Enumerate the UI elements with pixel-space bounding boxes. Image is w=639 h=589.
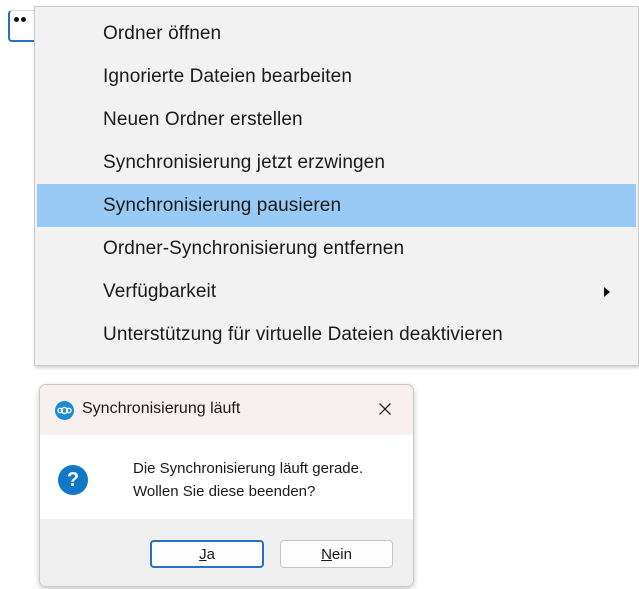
menu-item-remove-folder-sync[interactable]: Ordner-Synchronisierung entfernen <box>37 227 636 270</box>
yes-mnemonic: J <box>199 545 207 563</box>
message-line-1: Die Synchronisierung läuft gerade. <box>133 460 364 477</box>
menu-item-label: Ordner öffnen <box>103 22 222 44</box>
menu-item-label: Synchronisierung pausieren <box>103 194 342 216</box>
menu-item-pause-sync[interactable]: Synchronisierung pausieren <box>37 184 636 227</box>
dialog-message: Die Synchronisierung läuft gerade. Wolle… <box>133 457 363 503</box>
more-options-button[interactable] <box>8 10 36 42</box>
no-button[interactable]: Nein <box>280 540 393 568</box>
no-label-rest: ein <box>331 545 352 563</box>
sync-running-dialog: Synchronisierung läuft ? Die Synchronisi… <box>39 384 414 587</box>
more-dots-icon <box>14 17 26 22</box>
message-line-2: Wollen Sie diese beenden? <box>133 483 316 500</box>
menu-item-disable-virtual-files[interactable]: Unterstützung für virtuelle Dateien deak… <box>37 313 636 356</box>
menu-item-label: Synchronisierung jetzt erzwingen <box>103 151 386 173</box>
nextcloud-icon <box>55 401 74 420</box>
menu-item-availability[interactable]: Verfügbarkeit <box>37 270 636 313</box>
close-icon <box>379 403 391 415</box>
submenu-arrow-icon <box>604 286 610 297</box>
yes-button[interactable]: Ja <box>150 540 264 568</box>
yes-label-rest: a <box>206 545 215 563</box>
folder-context-menu: Ordner öffnen Ignorierte Dateien bearbei… <box>34 6 639 366</box>
dialog-title: Synchronisierung läuft <box>82 400 241 417</box>
menu-item-label: Unterstützung für virtuelle Dateien deak… <box>103 323 503 345</box>
question-icon: ? <box>58 465 88 495</box>
dialog-titlebar: Synchronisierung läuft <box>40 385 413 435</box>
menu-item-open-folder[interactable]: Ordner öffnen <box>37 12 636 55</box>
menu-item-label: Ignorierte Dateien bearbeiten <box>103 65 353 87</box>
menu-item-create-folder[interactable]: Neuen Ordner erstellen <box>37 98 636 141</box>
menu-item-label: Verfügbarkeit <box>103 280 217 302</box>
menu-item-force-sync[interactable]: Synchronisierung jetzt erzwingen <box>37 141 636 184</box>
menu-item-label: Ordner-Synchronisierung entfernen <box>103 237 405 259</box>
no-mnemonic: N <box>321 545 332 563</box>
close-button[interactable] <box>373 395 397 423</box>
menu-item-label: Neuen Ordner erstellen <box>103 108 303 130</box>
dialog-footer: Ja Nein <box>40 519 413 586</box>
dialog-body: ? Die Synchronisierung läuft gerade. Wol… <box>40 435 413 519</box>
menu-item-edit-ignored-files[interactable]: Ignorierte Dateien bearbeiten <box>37 55 636 98</box>
